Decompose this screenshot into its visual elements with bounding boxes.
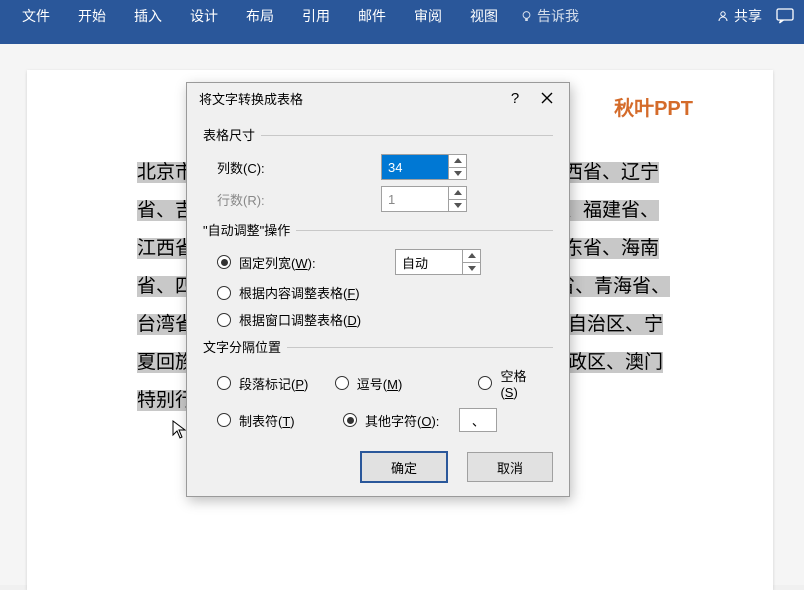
tab-home[interactable]: 开始 <box>64 0 120 32</box>
lightbulb-icon <box>520 10 533 23</box>
radio-sep-paragraph[interactable]: 段落标记(P) <box>217 374 321 393</box>
comment-icon[interactable] <box>776 8 794 24</box>
fixed-width-input[interactable] <box>396 250 462 274</box>
page-title: 秋叶PPT <box>614 92 693 121</box>
radio-icon <box>217 286 231 300</box>
group-table-size: 表格尺寸 <box>203 125 553 144</box>
close-icon <box>541 92 553 104</box>
cancel-button[interactable]: 取消 <box>467 452 553 482</box>
text-fragment: 东省、海南 <box>564 238 659 259</box>
text-fragment: 省、青海省、 <box>556 276 670 297</box>
radio-autofit-content[interactable]: 根据内容调整表格(F) <box>217 283 360 302</box>
group-separator: 文字分隔位置 <box>203 337 553 356</box>
radio-sep-tab[interactable]: 制表符(T) <box>217 411 329 430</box>
radio-icon <box>217 376 231 390</box>
text-fragment: 、福建省、 <box>564 200 659 221</box>
dialog-title: 将文字转换成表格 <box>199 89 499 108</box>
tab-mailings[interactable]: 邮件 <box>344 0 400 32</box>
spinner-up[interactable] <box>449 155 466 167</box>
radio-autofit-window[interactable]: 根据窗口调整表格(D) <box>217 310 361 329</box>
tab-insert[interactable]: 插入 <box>120 0 176 32</box>
text-fragment: 西省、辽宁 <box>564 162 659 183</box>
text-fragment: 自治区、宁 <box>568 314 663 335</box>
tab-view[interactable]: 视图 <box>456 0 512 32</box>
group-autofit: "自动调整"操作 <box>203 220 553 239</box>
ribbon: 文件 开始 插入 设计 布局 引用 邮件 审阅 视图 告诉我 共享 <box>0 0 804 32</box>
spinner-up[interactable] <box>463 250 480 262</box>
radio-icon <box>478 376 492 390</box>
text-fragment: 政区、澳门 <box>568 352 663 373</box>
rows-label: 行数(R): <box>217 190 381 209</box>
radio-icon <box>335 376 349 390</box>
tab-design[interactable]: 设计 <box>176 0 232 32</box>
dialog-close-button[interactable] <box>531 86 563 110</box>
dialog-titlebar: 将文字转换成表格 ? <box>187 83 569 113</box>
spinner-up[interactable] <box>449 187 466 199</box>
columns-input[interactable] <box>382 155 448 179</box>
tell-me[interactable]: 告诉我 <box>520 6 579 26</box>
rows-spinner <box>381 186 467 212</box>
radio-icon <box>217 413 231 427</box>
radio-icon <box>217 313 231 327</box>
tab-references[interactable]: 引用 <box>288 0 344 32</box>
dialog-help-button[interactable]: ? <box>499 86 531 110</box>
radio-icon <box>217 255 231 269</box>
spinner-down[interactable] <box>449 167 466 180</box>
radio-sep-comma[interactable]: 逗号(M) <box>335 374 465 393</box>
rows-input <box>382 187 448 211</box>
convert-text-to-table-dialog: 将文字转换成表格 ? 表格尺寸 列数(C): 行数(R): "自动调整"操作 <box>186 82 570 497</box>
share-label: 共享 <box>734 6 762 26</box>
share-button[interactable]: 共享 <box>716 6 762 26</box>
columns-label: 列数(C): <box>217 158 381 177</box>
tab-file[interactable]: 文件 <box>8 0 64 32</box>
tell-me-label: 告诉我 <box>537 6 579 26</box>
share-icon <box>716 9 730 23</box>
tab-review[interactable]: 审阅 <box>400 0 456 32</box>
radio-sep-space[interactable]: 空格(S) <box>478 366 539 400</box>
columns-spinner[interactable] <box>381 154 467 180</box>
radio-fixed-width[interactable]: 固定列宽(W): <box>217 253 395 272</box>
radio-sep-other[interactable]: 其他字符(O): <box>343 411 439 430</box>
tab-layout[interactable]: 布局 <box>232 0 288 32</box>
ok-button[interactable]: 确定 <box>361 452 447 482</box>
radio-icon <box>343 413 357 427</box>
sep-other-input[interactable] <box>459 408 497 432</box>
fixed-width-spinner[interactable] <box>395 249 481 275</box>
spinner-down[interactable] <box>449 199 466 212</box>
spinner-down[interactable] <box>463 262 480 275</box>
